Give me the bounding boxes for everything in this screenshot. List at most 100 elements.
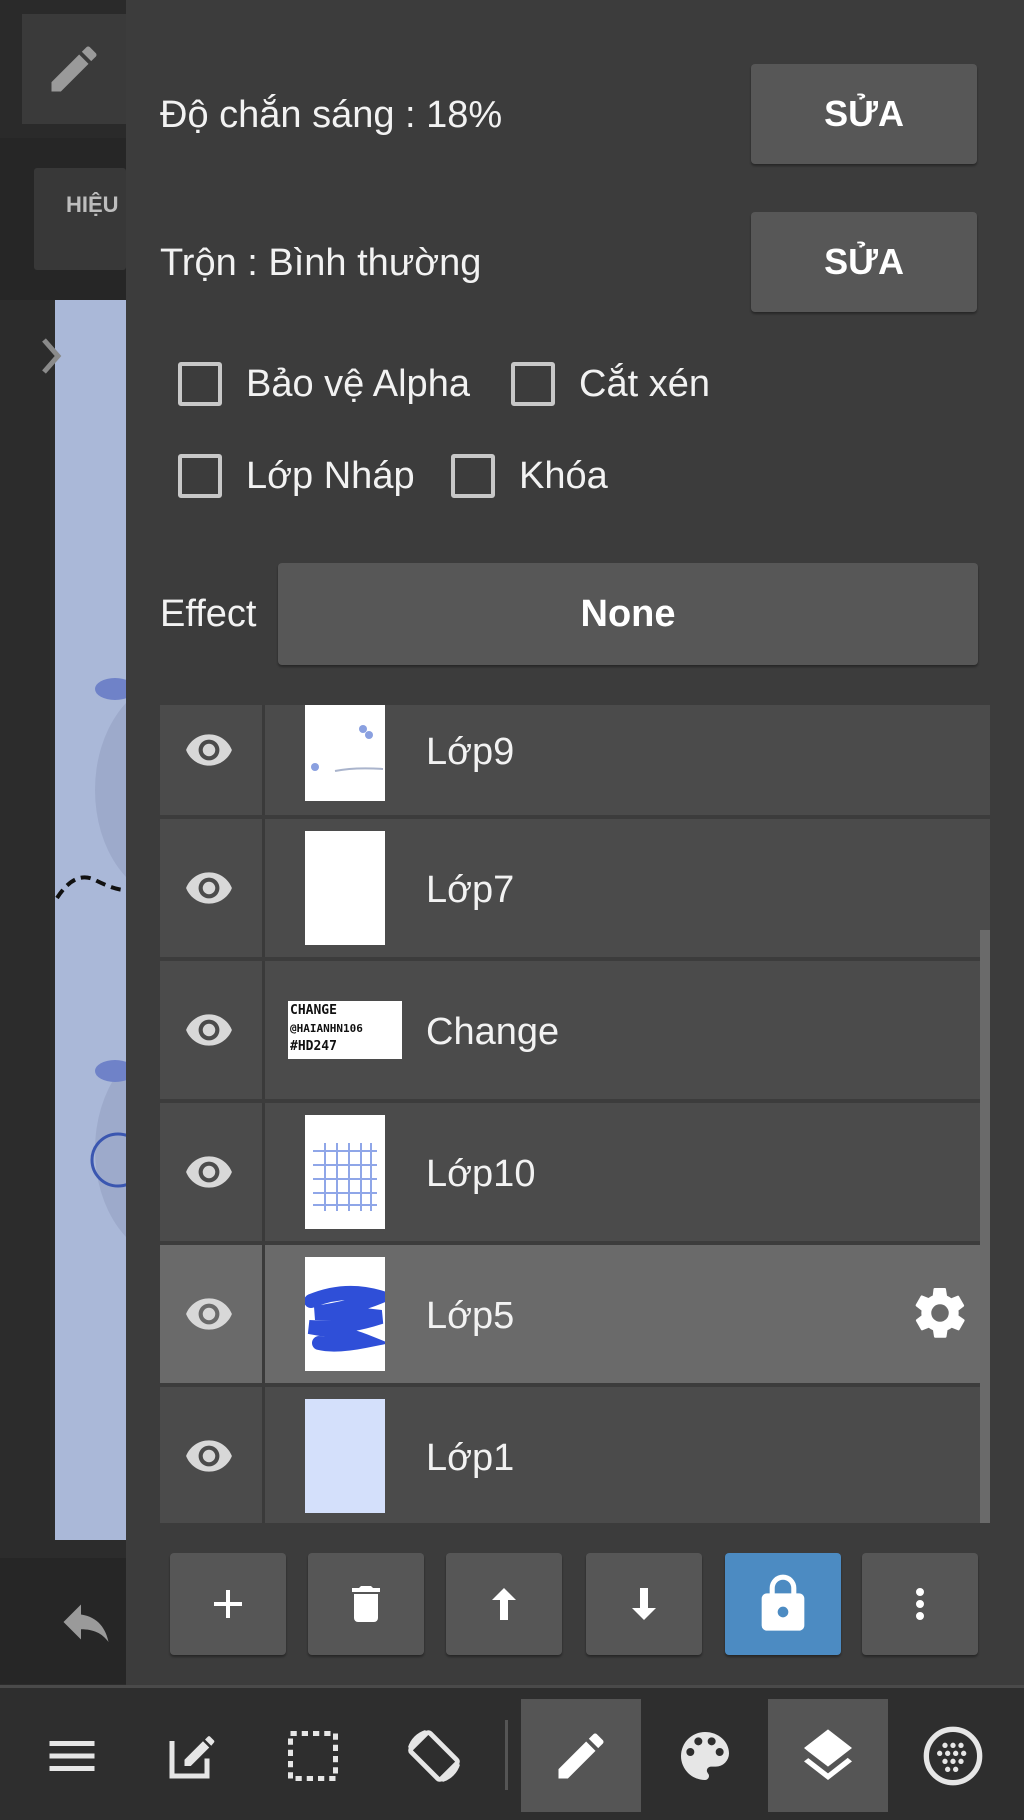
more-vert-icon	[916, 1588, 924, 1620]
canvas-circle-mark	[90, 1132, 128, 1188]
layer-thumbnail	[305, 1399, 385, 1513]
checkbox-label: Bảo vệ Alpha	[246, 362, 470, 405]
trash-icon	[352, 1586, 380, 1622]
canvas-area[interactable]: HIỆU	[0, 0, 128, 1685]
row-divider	[262, 819, 265, 957]
rotate-button[interactable]	[374, 1699, 494, 1812]
layer-row[interactable]: Lớp10	[160, 1103, 990, 1241]
effect-select-button[interactable]: None	[278, 563, 978, 665]
materials-button[interactable]	[893, 1699, 1013, 1812]
layer-name: Lớp7	[426, 869, 515, 911]
checkbox-box[interactable]	[511, 362, 555, 406]
layer-row-selected[interactable]: Lớp5	[160, 1245, 990, 1383]
palette-icon	[681, 1731, 729, 1780]
layer-list[interactable]: Lớp9 Lớp7 CHANGE @HAIANHN106 #HD247 Chan…	[160, 705, 990, 1523]
canvas-shape	[95, 680, 126, 900]
delete-layer-button[interactable]	[308, 1553, 424, 1655]
left-top-bar	[0, 0, 126, 140]
layer-thumbnail	[305, 1257, 385, 1371]
color-palette-button[interactable]	[645, 1699, 765, 1812]
layer-row[interactable]: Lớp7	[160, 819, 990, 957]
layer-name: Lớp5	[426, 1295, 515, 1337]
rotate-icon	[407, 1729, 461, 1782]
add-icon	[214, 1590, 242, 1618]
canvas-preview[interactable]	[55, 300, 126, 1540]
eye-icon[interactable]	[184, 863, 234, 913]
checkbox-box[interactable]	[178, 362, 222, 406]
nav-separator	[505, 1720, 508, 1790]
selection-button[interactable]	[253, 1699, 373, 1812]
brush-tool-button[interactable]	[22, 14, 126, 124]
layers-button[interactable]	[768, 1699, 888, 1812]
thumb-text-line: #HD247	[290, 1039, 337, 1054]
gear-icon[interactable]	[910, 1283, 970, 1343]
layer-thumbnail	[305, 831, 385, 945]
row-divider	[262, 961, 265, 1099]
lock-checkbox[interactable]: Khóa	[451, 454, 608, 498]
layer-panel: Độ chắn sáng : 18% SỬA Trộn : Bình thườn…	[126, 0, 1024, 1685]
eye-icon[interactable]	[184, 1289, 234, 1339]
edit-opacity-button[interactable]: SỬA	[751, 64, 977, 164]
opacity-label: Độ chắn sáng : 18%	[160, 94, 503, 136]
layer-thumbnail: CHANGE @HAIANHN106 #HD247	[288, 1001, 402, 1059]
layer-name: Lớp10	[426, 1153, 536, 1195]
row-divider	[262, 1245, 265, 1383]
pencil-icon	[51, 46, 97, 92]
canvas-shape	[95, 1060, 126, 1082]
dashed-line-mark	[55, 875, 125, 900]
checkbox-label: Khóa	[519, 454, 608, 497]
thumb-text-line: CHANGE	[290, 1003, 337, 1018]
effect-tab[interactable]: HIỆU	[34, 168, 126, 270]
effect-label: Effect	[160, 593, 257, 635]
layer-row[interactable]: Lớp9	[160, 705, 990, 815]
pen-icon	[558, 1732, 604, 1778]
row-divider	[262, 1103, 265, 1241]
layer-name: Lớp9	[426, 731, 515, 773]
eye-icon[interactable]	[184, 1005, 234, 1055]
arrow-down-icon	[632, 1588, 656, 1620]
eye-icon[interactable]	[184, 725, 234, 775]
menu-icon	[49, 1740, 95, 1771]
alpha-protect-checkbox[interactable]: Bảo vệ Alpha	[178, 362, 470, 406]
row-divider	[262, 705, 265, 815]
undo-area	[0, 1558, 126, 1684]
lock-icon	[761, 1574, 805, 1631]
layer-row[interactable]: CHANGE @HAIANHN106 #HD247 Change	[160, 961, 990, 1099]
layers-icon	[804, 1728, 852, 1780]
lock-layer-button[interactable]	[725, 1553, 841, 1655]
draft-layer-checkbox[interactable]: Lớp Nháp	[178, 454, 415, 498]
layer-list-scrollbar[interactable]	[980, 930, 990, 1523]
move-layer-up-button[interactable]	[446, 1553, 562, 1655]
canvas-shape	[95, 678, 126, 700]
checkbox-box[interactable]	[451, 454, 495, 498]
bottom-navigation	[0, 1685, 1024, 1820]
layer-name: Lớp1	[426, 1437, 515, 1479]
layer-thumbnail	[305, 705, 385, 801]
pen-tool-button[interactable]	[521, 1699, 641, 1812]
add-layer-button[interactable]	[170, 1553, 286, 1655]
eye-icon[interactable]	[184, 1431, 234, 1481]
checkbox-label: Lớp Nháp	[246, 454, 415, 497]
thumb-text-line: @HAIANHN106	[290, 1022, 363, 1035]
undo-icon[interactable]	[56, 1592, 116, 1652]
edit-square-icon	[169, 1735, 215, 1778]
layer-row[interactable]: Lớp1	[160, 1387, 990, 1523]
arrow-up-icon	[492, 1588, 516, 1620]
row-divider	[262, 1387, 265, 1523]
edit-button[interactable]	[132, 1699, 252, 1812]
clipping-checkbox[interactable]: Cắt xén	[511, 362, 710, 406]
edit-blend-button[interactable]: SỬA	[751, 212, 977, 312]
eye-icon[interactable]	[184, 1147, 234, 1197]
move-layer-down-button[interactable]	[586, 1553, 702, 1655]
layer-thumbnail	[305, 1115, 385, 1229]
menu-button[interactable]	[12, 1699, 132, 1812]
more-options-button[interactable]	[862, 1553, 978, 1655]
selection-icon	[288, 1730, 338, 1781]
checkbox-box[interactable]	[178, 454, 222, 498]
layer-name: Change	[426, 1011, 560, 1053]
blend-label: Trộn : Bình thường	[160, 242, 482, 284]
checkbox-label: Cắt xén	[579, 362, 710, 405]
materials-icon	[923, 1726, 983, 1785]
chevron-right-icon[interactable]	[40, 336, 64, 376]
left-effect-area: HIỆU	[0, 138, 126, 300]
